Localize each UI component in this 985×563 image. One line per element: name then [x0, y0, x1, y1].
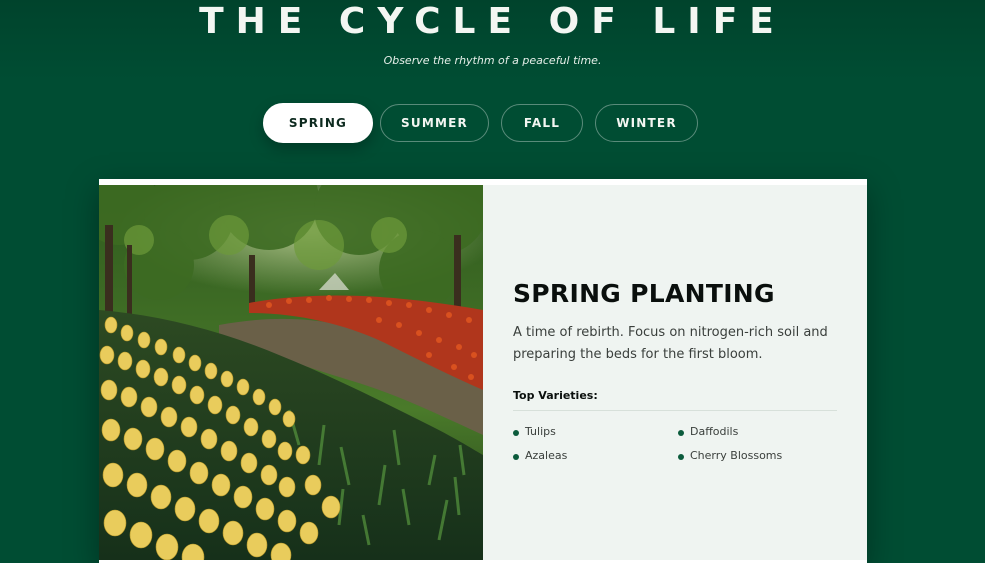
- page-title: THE CYCLE OF LIFE: [199, 1, 786, 42]
- tab-winter[interactable]: WINTER: [595, 104, 698, 142]
- season-card-body: SPRING PLANTING A time of rebirth. Focus…: [99, 185, 867, 560]
- varieties-label: Top Varieties:: [513, 389, 598, 402]
- bullet-icon: [678, 454, 684, 460]
- variety-item: Daffodils: [678, 425, 738, 438]
- season-tabs: SPRING SUMMER FALL WINTER: [0, 103, 985, 144]
- season-info-panel: SPRING PLANTING A time of rebirth. Focus…: [513, 185, 837, 560]
- tab-summer[interactable]: SUMMER: [380, 104, 489, 142]
- bullet-icon: [678, 430, 684, 436]
- variety-label: Tulips: [525, 425, 556, 438]
- variety-item: Cherry Blossoms: [678, 449, 782, 462]
- bullet-icon: [513, 454, 519, 460]
- season-heading: SPRING PLANTING: [513, 279, 775, 308]
- bullet-icon: [513, 430, 519, 436]
- tab-fall[interactable]: FALL: [501, 104, 583, 142]
- variety-item: Azaleas: [513, 449, 567, 462]
- varieties-divider: [513, 410, 837, 411]
- tab-spring[interactable]: SPRING: [263, 103, 373, 143]
- variety-label: Cherry Blossoms: [690, 449, 783, 462]
- variety-label: Daffodils: [690, 425, 739, 438]
- variety-item: Tulips: [513, 425, 556, 438]
- tulip-garden-image: [99, 185, 483, 560]
- page-subtitle: Observe the rhythm of a peaceful time.: [383, 54, 602, 67]
- variety-label: Azaleas: [525, 449, 568, 462]
- tulip-garden-illustration: [99, 185, 483, 560]
- season-card: SPRING PLANTING A time of rebirth. Focus…: [99, 179, 867, 563]
- season-description: A time of rebirth. Focus on nitrogen-ric…: [513, 325, 828, 362]
